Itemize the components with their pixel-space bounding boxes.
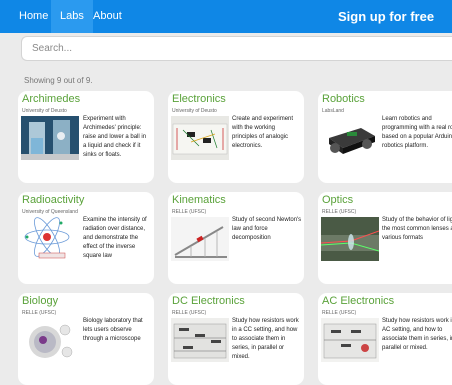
- lab-description: Study how resistors work in a CC setting…: [232, 318, 299, 360]
- lab-description: Study how resistors work in an AC settin…: [382, 318, 452, 351]
- sign-up-button[interactable]: Sign up for free: [338, 0, 434, 33]
- lab-thumbnail[interactable]: [171, 217, 229, 261]
- lab-title[interactable]: Archimedes: [22, 93, 80, 105]
- lab-organization: University of Queensland: [22, 209, 78, 215]
- lab-description: Biology laboratory that lets users obser…: [83, 318, 143, 342]
- lab-thumbnail[interactable]: [321, 116, 379, 160]
- lab-organization: RELLE (UFSC): [172, 310, 207, 316]
- nav-home-link[interactable]: Home: [19, 0, 48, 33]
- search-input[interactable]: [22, 37, 452, 60]
- lab-card-radioactivity[interactable]: Radioactivity University of Queensland E…: [18, 192, 154, 284]
- lab-thumbnail[interactable]: [21, 217, 79, 261]
- lab-title[interactable]: Radioactivity: [22, 194, 84, 206]
- lab-title[interactable]: DC Electronics: [172, 295, 245, 307]
- lab-organization: RELLE (UFSC): [322, 310, 357, 316]
- lab-thumbnail[interactable]: [21, 318, 79, 362]
- lab-thumbnail[interactable]: [321, 318, 379, 362]
- results-count: Showing 9 out of 9.: [24, 76, 93, 85]
- top-navbar: Home Labs About Sign up for free: [0, 0, 452, 33]
- lab-card-kinematics[interactable]: Kinematics RELLE (UFSC) Study of second …: [168, 192, 304, 284]
- lab-description: Examine the intensity of radiation over …: [83, 217, 147, 259]
- nav-about-link[interactable]: About: [93, 0, 122, 33]
- lab-thumbnail[interactable]: [171, 116, 229, 160]
- lab-thumbnail[interactable]: [171, 318, 229, 362]
- lab-card-robotics[interactable]: Robotics LabsLand Learn robotics and pro…: [318, 91, 452, 183]
- lab-title[interactable]: Robotics: [322, 93, 365, 105]
- lab-organization: University of Deusto: [172, 108, 217, 114]
- lab-card-ac-electronics[interactable]: AC Electronics RELLE (UFSC) Study how re…: [318, 293, 452, 385]
- lab-card-biology[interactable]: Biology RELLE (UFSC) Biology laboratory …: [18, 293, 154, 385]
- lab-description: Study of the behavior of light in the mo…: [382, 217, 452, 241]
- lab-organization: RELLE (UFSC): [322, 209, 357, 215]
- lab-card-optics[interactable]: Optics RELLE (UFSC) Study of the behavio…: [318, 192, 452, 284]
- nav-labs-link[interactable]: Labs: [51, 0, 93, 33]
- lab-card-electronics[interactable]: Electronics University of Deusto Create …: [168, 91, 304, 183]
- lab-description: Learn robotics and programming with a re…: [382, 116, 452, 149]
- lab-organization: RELLE (UFSC): [172, 209, 207, 215]
- lab-title[interactable]: Optics: [322, 194, 353, 206]
- lab-title[interactable]: Biology: [22, 295, 58, 307]
- lab-organization: University of Deusto: [22, 108, 67, 114]
- lab-title[interactable]: Kinematics: [172, 194, 226, 206]
- lab-thumbnail[interactable]: [321, 217, 379, 261]
- lab-organization: RELLE (UFSC): [22, 310, 57, 316]
- lab-description: Create and experiment with the working p…: [232, 116, 294, 149]
- lab-card-archimedes[interactable]: Archimedes University of Deusto Experime…: [18, 91, 154, 183]
- lab-title[interactable]: AC Electronics: [322, 295, 394, 307]
- lab-organization: LabsLand: [322, 108, 344, 114]
- lab-description: Experiment with Archimedes' principle: r…: [83, 116, 147, 158]
- lab-description: Study of second Newton's law and force d…: [232, 217, 302, 241]
- lab-title[interactable]: Electronics: [172, 93, 226, 105]
- lab-card-dc-electronics[interactable]: DC Electronics RELLE (UFSC) Study how re…: [168, 293, 304, 385]
- lab-thumbnail[interactable]: [21, 116, 79, 160]
- search-box: [21, 36, 452, 61]
